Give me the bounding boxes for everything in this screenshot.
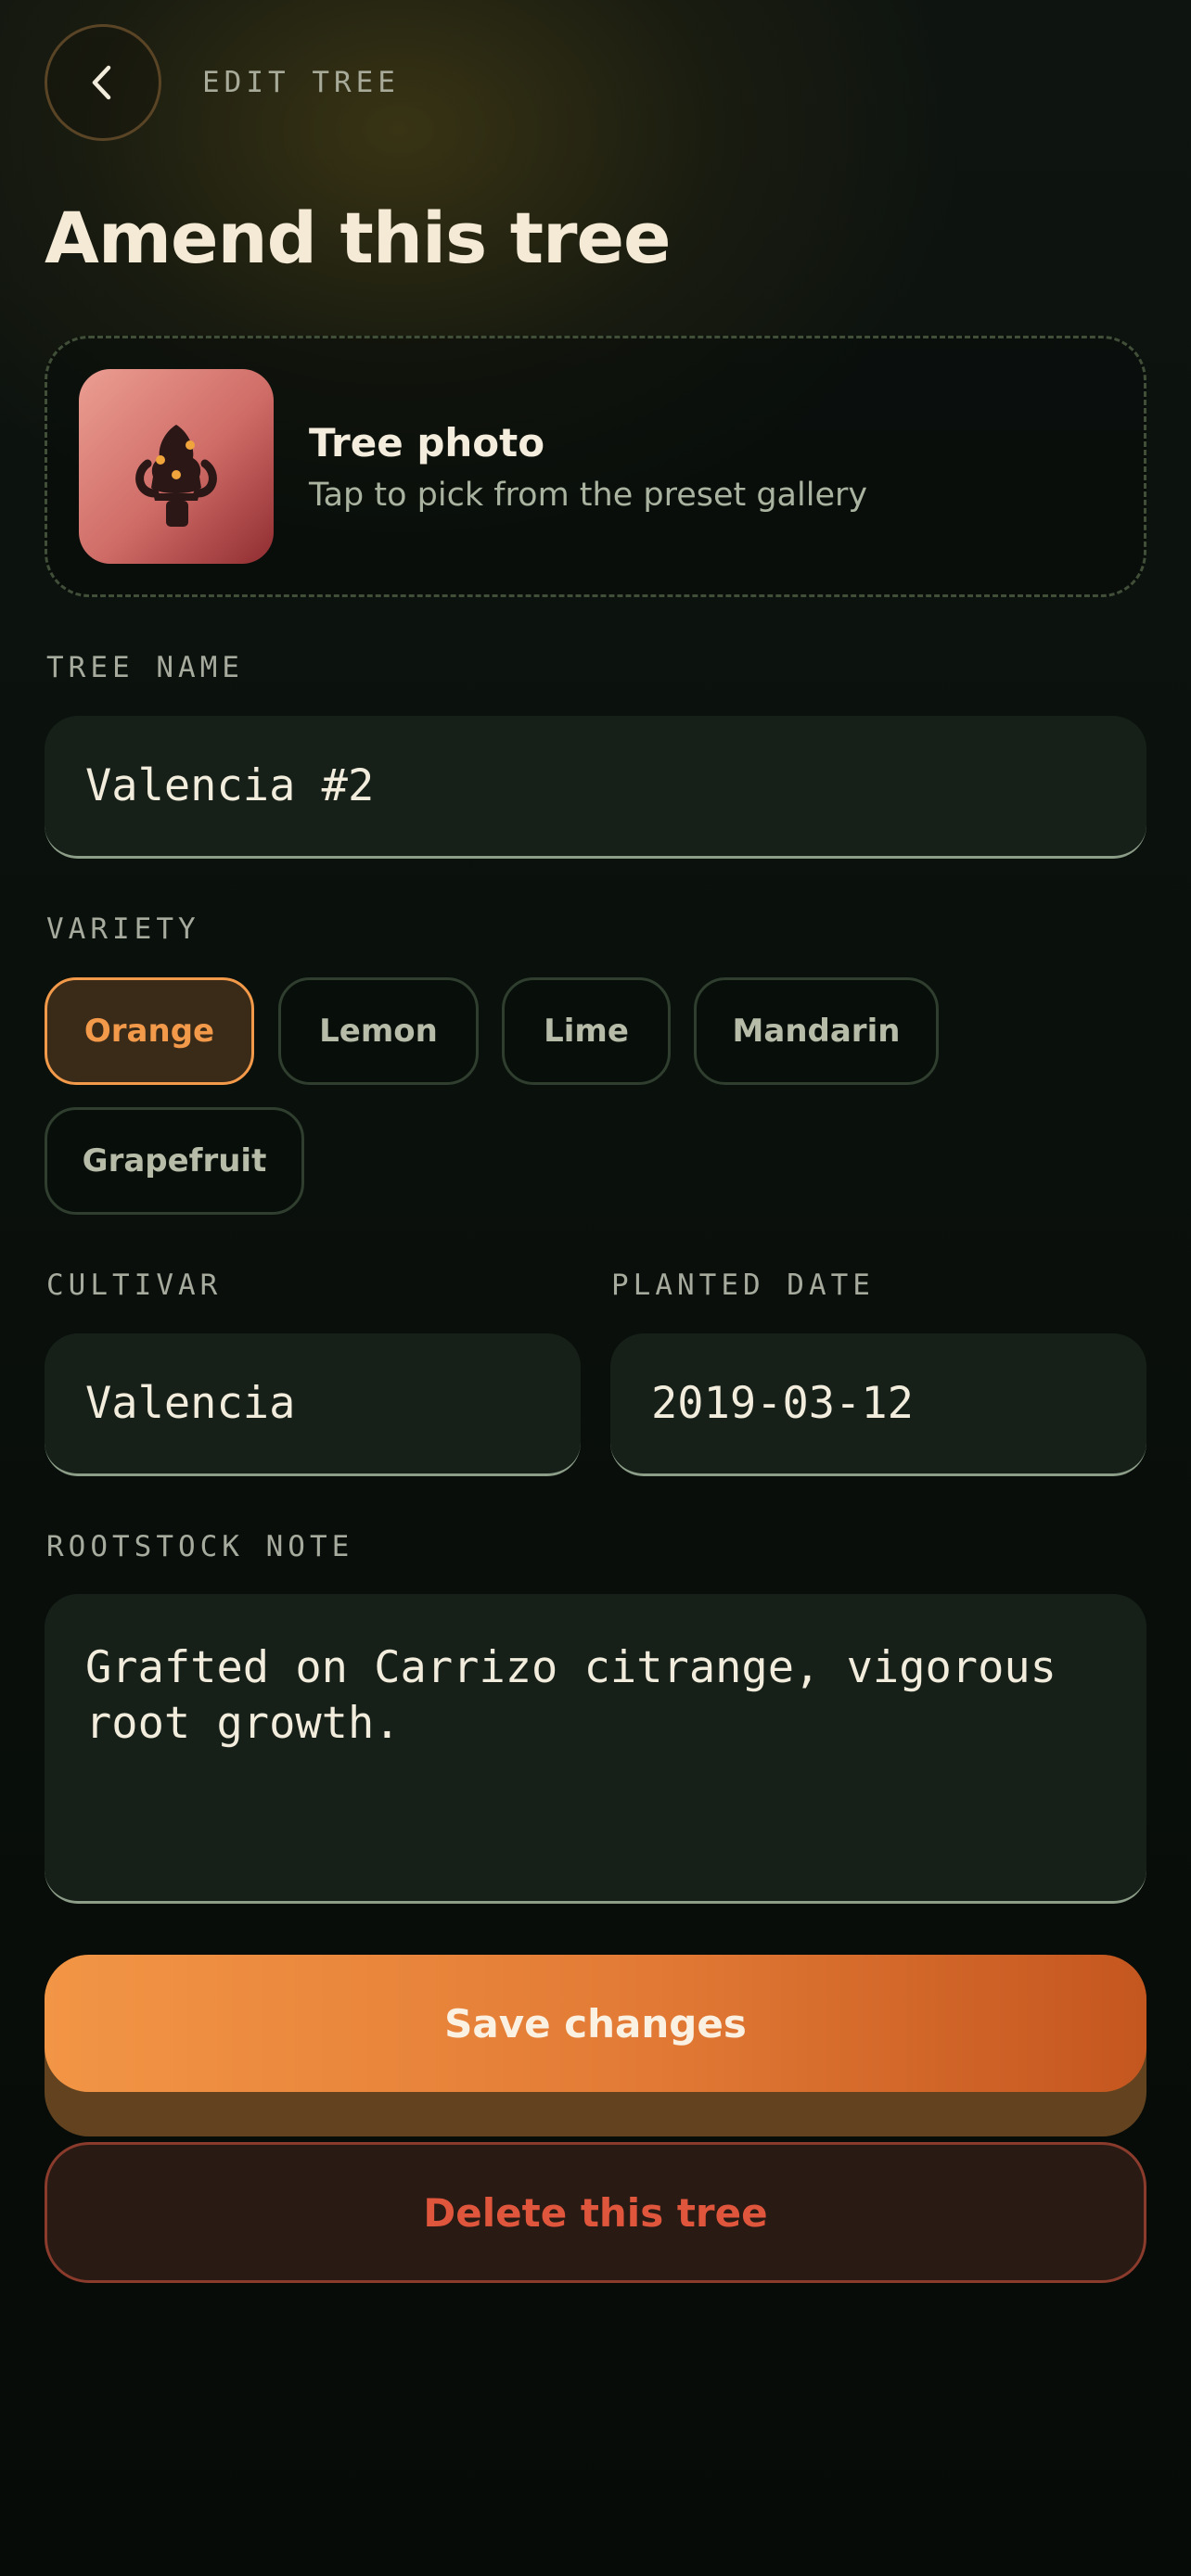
citrus-tree-icon (135, 425, 217, 527)
tree-photo-picker[interactable]: Tree photo Tap to pick from the preset g… (45, 336, 1146, 597)
back-button[interactable] (45, 24, 161, 141)
save-button-shadow: Save changes (45, 1955, 1146, 2136)
top-bar: EDIT TREE (45, 22, 400, 143)
variety-label: VARIETY (46, 912, 200, 946)
page-title: Amend this tree (45, 197, 672, 279)
delete-tree-button[interactable]: Delete this tree (45, 2142, 1146, 2283)
chevron-left-icon (92, 65, 111, 100)
tree-photo-thumbnail (79, 369, 274, 564)
cultivar-input[interactable]: Valencia (45, 1333, 581, 1476)
cultivar-label: CULTIVAR (46, 1269, 223, 1302)
tree-name-label: TREE NAME (46, 651, 244, 684)
rootstock-note-label: ROOTSTOCK NOTE (46, 1530, 354, 1563)
rootstock-note-textarea[interactable]: Grafted on Carrizo citrange, vigorous ro… (45, 1594, 1146, 1904)
variety-chip-mandarin[interactable]: Mandarin (694, 977, 939, 1085)
photo-title: Tree photo (309, 419, 545, 465)
tree-name-input[interactable]: Valencia #2 (45, 716, 1146, 859)
planted-date-label: PLANTED DATE (611, 1269, 875, 1302)
variety-chip-orange[interactable]: Orange (45, 977, 254, 1085)
screen-label: EDIT TREE (202, 66, 400, 99)
variety-chip-lime[interactable]: Lime (502, 977, 671, 1085)
photo-hint: Tap to pick from the preset gallery (309, 476, 868, 514)
save-changes-button[interactable]: Save changes (45, 1955, 1146, 2092)
variety-chip-lemon[interactable]: Lemon (278, 977, 479, 1085)
planted-date-input[interactable]: 2019-03-12 (610, 1333, 1146, 1476)
variety-chip-grapefruit[interactable]: Grapefruit (45, 1107, 304, 1215)
